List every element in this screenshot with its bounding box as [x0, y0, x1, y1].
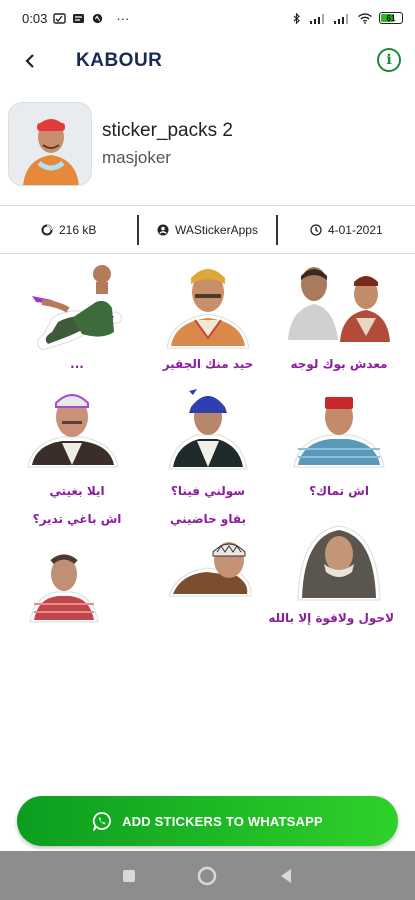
sticker-item[interactable]: بقاو حاضيني — [153, 512, 263, 627]
sticker-image — [168, 389, 248, 470]
arrow-back-icon — [25, 54, 34, 68]
battery-icon: 61 — [379, 12, 403, 24]
sticker-image — [297, 525, 381, 601]
sticker-image — [288, 267, 390, 342]
size-icon — [41, 224, 53, 236]
sticker-image — [168, 542, 252, 597]
info-author: WAStickerApps — [139, 214, 276, 246]
info-button[interactable]: i — [377, 48, 401, 72]
tray-figure-illustration — [9, 103, 91, 185]
square-icon — [123, 869, 136, 882]
sticker-caption: معدش بوك لوجه — [290, 357, 388, 371]
sticker-caption: ... — [70, 357, 84, 371]
info-date-value: 4-01-2021 — [327, 223, 383, 237]
info-size-value: 216 kB — [58, 223, 97, 237]
info-icon: i — [386, 52, 392, 68]
divider-top — [0, 205, 415, 206]
info-author-value: WAStickerApps — [175, 223, 258, 237]
sticker-item[interactable]: سولني فينا؟ — [153, 385, 263, 500]
sticker-item[interactable]: ايلا بغيتي — [22, 385, 132, 500]
info-date: 4-01-2021 — [278, 214, 415, 246]
sticker-image — [27, 394, 119, 468]
signal-2-icon — [334, 13, 348, 24]
status-bar: 0:03 ··· 61 — [0, 0, 415, 36]
info-size: 216 kB — [0, 214, 137, 246]
notification-icon — [53, 12, 67, 24]
sticker-item[interactable]: اش تماك؟ — [284, 385, 394, 500]
status-right: 61 — [290, 12, 403, 24]
pack-publisher: masjoker — [102, 148, 171, 167]
circle-icon — [198, 866, 217, 885]
nav-back-button[interactable] — [271, 861, 301, 891]
system-nav-bar — [0, 851, 415, 900]
divider-bottom — [0, 253, 415, 254]
wifi-icon — [358, 12, 372, 24]
whatsapp-icon — [92, 812, 111, 831]
sticker-item[interactable]: ... — [22, 258, 132, 373]
sticker-caption: لاحول ولاقوة إلا بالله — [268, 611, 394, 625]
sticker-caption: اش تماك؟ — [309, 484, 369, 498]
app-bar: KABOUR i — [0, 36, 415, 86]
back-button[interactable] — [0, 36, 60, 86]
sticker-item[interactable]: اش باغي تدير؟ — [22, 512, 132, 627]
pack-text: sticker_packs 2 masjoker — [102, 120, 233, 168]
sticker-item[interactable]: معدش بوك لوجه — [284, 258, 394, 373]
battery-level: 61 — [386, 13, 396, 23]
page-title: KABOUR — [76, 50, 163, 71]
clock-icon — [310, 224, 322, 236]
sticker-caption: ايلا بغيتي — [49, 484, 105, 498]
status-left: 0:03 ··· — [22, 11, 129, 26]
pack-info-row: 216 kB WAStickerApps 4-01-2021 — [0, 207, 415, 253]
sticker-image — [166, 269, 250, 349]
bluetooth-icon — [293, 12, 300, 24]
message-icon — [73, 13, 85, 23]
sticker-caption: اش باغي تدير؟ — [32, 512, 122, 526]
more-notifications-icon: ··· — [116, 10, 130, 26]
add-to-whatsapp-button[interactable]: ADD STICKERS TO WHATSAPP — [17, 796, 398, 846]
sticker-caption: سولني فينا؟ — [170, 484, 246, 498]
account-icon — [157, 224, 169, 236]
sticker-caption: بقاو حاضيني — [170, 512, 246, 526]
sticker-grid: ... حيد منك الجقير معدش بوك لوجه ايلا بغ… — [22, 258, 394, 627]
sticker-image — [32, 265, 122, 351]
sticker-caption: حيد منك الجقير — [162, 357, 254, 371]
recent-apps-button[interactable] — [114, 861, 144, 891]
app-notification-icon — [93, 13, 103, 23]
sticker-image — [293, 397, 385, 468]
sticker-image — [29, 554, 99, 623]
sticker-item[interactable]: لاحول ولاقوة إلا بالله — [268, 512, 394, 627]
pack-tray-image — [8, 102, 92, 186]
status-time: 0:03 — [22, 10, 48, 26]
add-button-label: ADD STICKERS TO WHATSAPP — [122, 813, 323, 829]
sticker-item[interactable]: حيد منك الجقير — [153, 258, 263, 373]
signal-icon — [310, 13, 324, 24]
pack-header: sticker_packs 2 masjoker — [0, 98, 415, 190]
pack-name: sticker_packs 2 — [102, 120, 233, 141]
home-button[interactable] — [192, 861, 222, 891]
triangle-back-icon — [280, 868, 291, 883]
